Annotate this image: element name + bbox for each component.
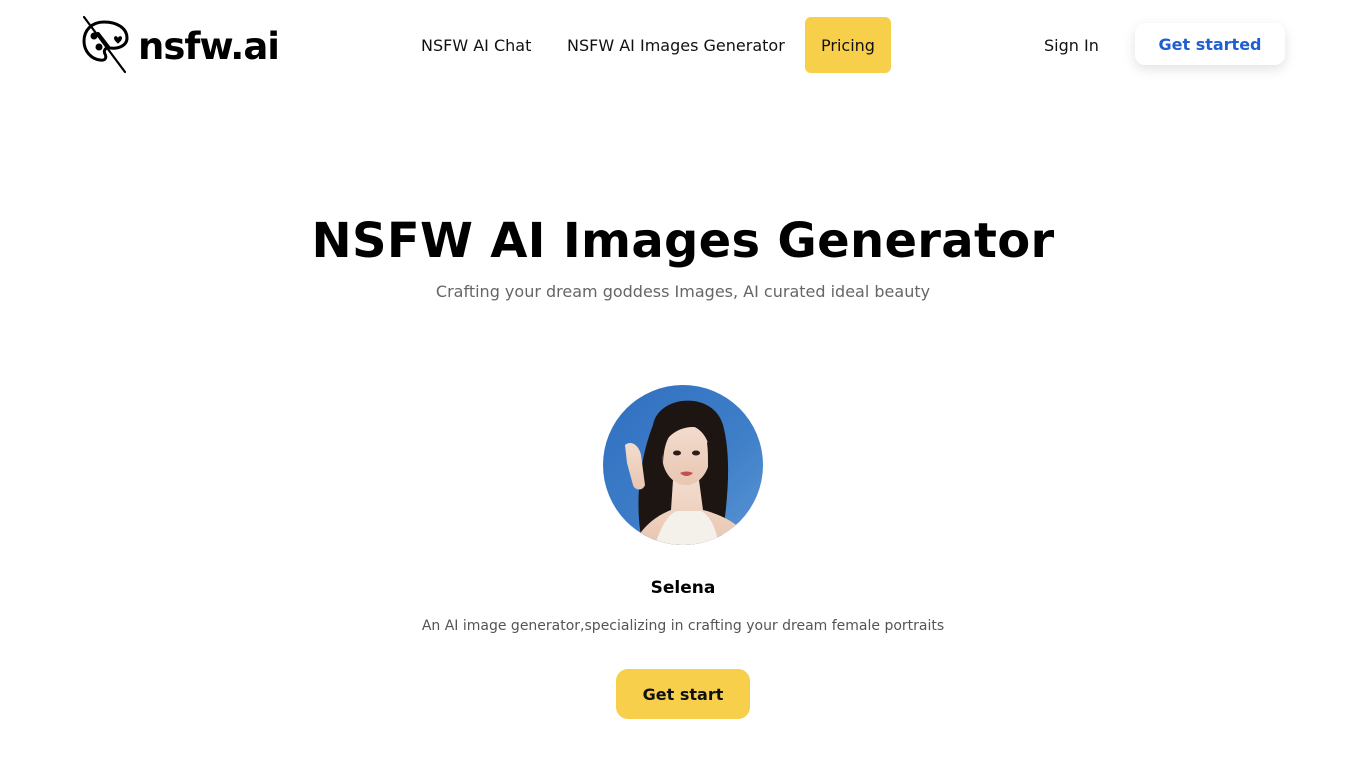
sign-in-link[interactable]: Sign In [1044,17,1099,73]
paint-palette-icon [82,15,129,74]
page-title: NSFW AI Images Generator [311,213,1055,269]
logo-link[interactable]: nsfw.ai [80,14,280,76]
character-name: Selena [650,578,716,598]
character-avatar[interactable] [603,385,763,545]
site-header: nsfw.ai NSFW AI Chat NSFW AI Images Gene… [0,0,1366,90]
nav-ai-chat[interactable]: NSFW AI Chat [421,17,531,73]
get-start-button[interactable]: Get start [616,669,750,719]
nav-ai-images-generator[interactable]: NSFW AI Images Generator [567,17,785,73]
logo-text: nsfw.ai [138,24,280,68]
woman-portrait-avatar [603,385,763,545]
nav-pricing[interactable]: Pricing [805,17,891,73]
character-description: An AI image generator,specializing in cr… [421,618,945,634]
get-started-button[interactable]: Get started [1135,23,1285,65]
page: nsfw.ai NSFW AI Chat NSFW AI Images Gene… [0,0,1366,768]
page-subtitle: Crafting your dream goddess Images, AI c… [435,282,931,301]
